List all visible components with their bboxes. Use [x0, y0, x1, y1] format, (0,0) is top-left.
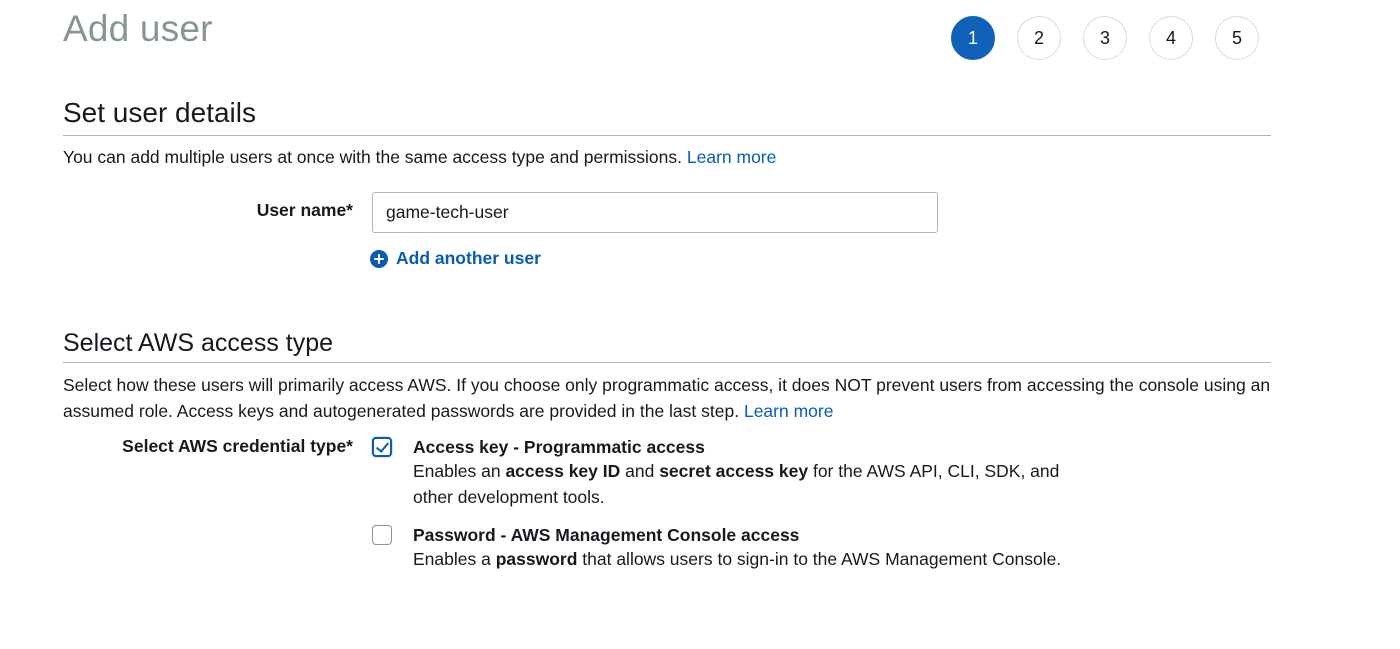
- select-access-type-heading: Select AWS access type: [63, 329, 1271, 363]
- step-4[interactable]: 4: [1149, 16, 1193, 60]
- step-3[interactable]: 3: [1083, 16, 1127, 60]
- access-key-description: Enables an access key ID and secret acce…: [413, 459, 1093, 510]
- password-description: Enables a password that allows users to …: [413, 547, 1093, 573]
- access-key-option-text: Access key - Programmatic access Enables…: [413, 435, 1093, 510]
- desc-text: and: [620, 461, 660, 481]
- step-5[interactable]: 5: [1215, 16, 1259, 60]
- user-name-label: User name*: [256, 200, 353, 220]
- access-key-title: Access key - Programmatic access: [413, 437, 705, 457]
- step-2[interactable]: 2: [1017, 16, 1061, 60]
- desc-bold: secret access key: [659, 461, 809, 481]
- wizard-stepper: 1 2 3 4 5: [951, 16, 1259, 60]
- check-icon: [375, 439, 390, 453]
- credential-type-label: Select AWS credential type*: [122, 436, 353, 456]
- add-another-user-label: Add another user: [396, 248, 541, 268]
- add-user-page: Add user 1 2 3 4 5 Set user details You …: [0, 0, 1400, 649]
- page-title: Add user: [63, 8, 213, 49]
- step-1[interactable]: 1: [951, 16, 995, 60]
- access-type-description: Select how these users will primarily ac…: [63, 373, 1283, 424]
- user-name-input[interactable]: [372, 192, 938, 233]
- desc-text: Enables a: [413, 549, 496, 569]
- add-another-user-button[interactable]: Add another user: [370, 248, 541, 269]
- set-user-details-heading: Set user details: [63, 97, 1271, 136]
- password-checkbox[interactable]: [372, 525, 392, 545]
- desc-bold: access key ID: [505, 461, 621, 481]
- desc-text: Enables an: [413, 461, 506, 481]
- password-option-text: Password - AWS Management Console access…: [413, 523, 1093, 573]
- learn-more-link[interactable]: Learn more: [744, 401, 834, 421]
- user-details-description: You can add multiple users at once with …: [63, 145, 776, 171]
- desc-bold: password: [495, 549, 578, 569]
- access-type-description-text: Select how these users will primarily ac…: [63, 375, 1271, 421]
- access-key-checkbox[interactable]: [372, 437, 392, 457]
- password-title: Password - AWS Management Console access: [413, 525, 800, 545]
- user-details-description-text: You can add multiple users at once with …: [63, 147, 682, 167]
- learn-more-link[interactable]: Learn more: [687, 147, 777, 167]
- plus-circle-icon: [370, 249, 388, 268]
- desc-text: that allows users to sign-in to the AWS …: [577, 549, 1062, 569]
